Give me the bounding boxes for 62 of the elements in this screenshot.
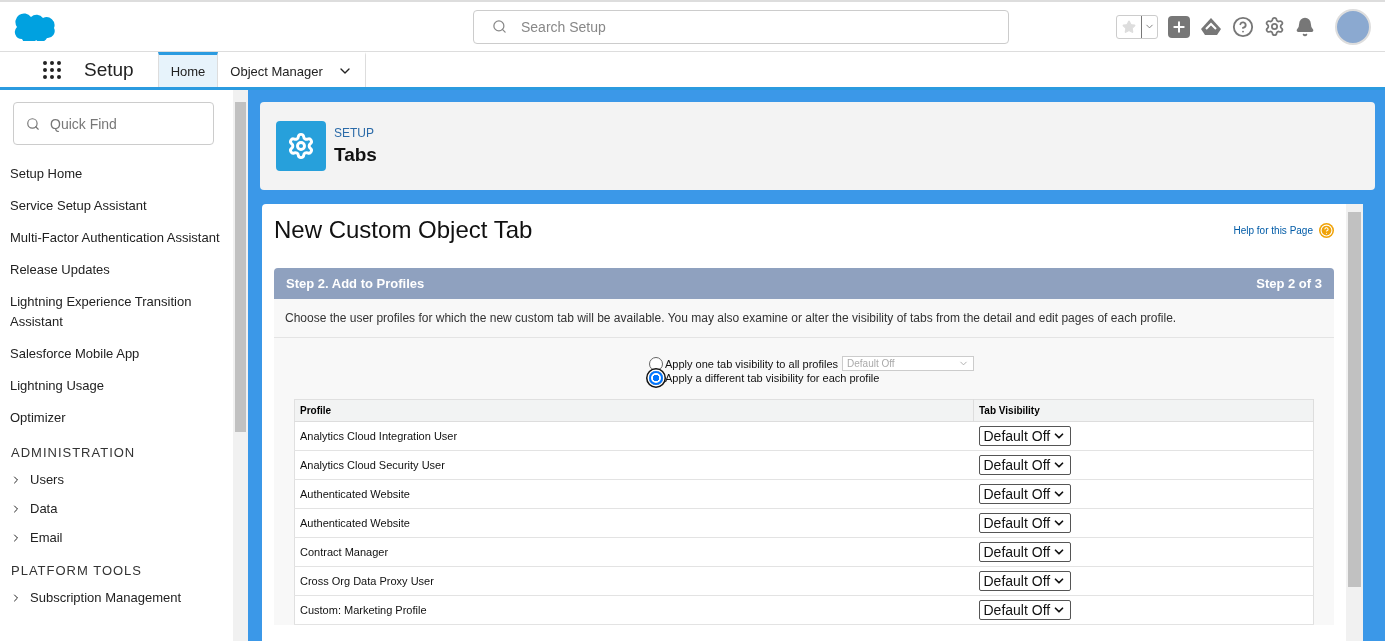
help-link[interactable]: Help for this Page — [1233, 222, 1334, 238]
sidebar-item[interactable]: Data — [0, 495, 233, 522]
visibility-select[interactable]: Default Off — [978, 542, 1071, 562]
step-description: Choose the user profiles for which the new custom tab will be available. You may also examine or alter the visibility of tabs from the detail and edit pages of each profile. — [274, 299, 1334, 338]
visibility-select[interactable]: Default Off — [978, 571, 1071, 591]
table-cell: Authenticated Website — [294, 479, 974, 509]
visibility-select[interactable]: Default Off — [978, 426, 1071, 446]
table-cell: Contract Manager — [294, 537, 974, 567]
gear-icon — [276, 121, 326, 171]
breadcrumb: SETUP — [334, 126, 375, 140]
trailhead-icon[interactable] — [1200, 16, 1222, 37]
column-header: Profile — [294, 399, 974, 422]
search-field[interactable]: Search Setup — [473, 9, 1009, 44]
sidebar-item[interactable]: Users — [0, 466, 233, 493]
content-title: New Custom Object Tab — [274, 216, 533, 244]
visibility-select[interactable]: Default Off — [978, 513, 1071, 533]
column-header: Tab Visibility — [973, 399, 1314, 422]
sidebar-item[interactable]: Subscription Management — [0, 584, 233, 611]
nav-tab[interactable]: Object Manager — [218, 52, 366, 87]
sidebar-link[interactable]: Setup Home — [0, 159, 233, 189]
nav-tab[interactable]: Home — [157, 52, 219, 87]
page-title: Tabs — [334, 144, 377, 166]
search-icon — [26, 116, 40, 131]
table-cell: Cross Org Data Proxy User — [294, 566, 974, 596]
visibility-select[interactable]: Default Off — [978, 484, 1071, 504]
sidebar-section-heading: PLATFORM TOOLS — [10, 562, 144, 580]
radio-label: Apply a different tab visibility for each profile — [665, 372, 880, 384]
cloud-logo — [14, 12, 56, 41]
visibility-select[interactable]: Default Off — [978, 600, 1071, 620]
step-title: Step 2. Add to Profiles — [286, 276, 425, 291]
visibility-select[interactable]: Default Off — [978, 455, 1071, 475]
search-icon — [492, 19, 507, 34]
table-cell: Analytics Cloud Integration User — [294, 421, 974, 451]
sidebar-link[interactable]: Lightning Experience Transition Assistant — [0, 287, 233, 337]
star-icon — [1122, 19, 1136, 34]
help-icon[interactable] — [1232, 15, 1254, 38]
table-cell: Authenticated Website — [294, 508, 974, 538]
favorites-button[interactable] — [1116, 14, 1158, 39]
sidebar-link[interactable]: Multi-Factor Authentication Assistant — [0, 223, 233, 253]
step-counter: Step 2 of 3 — [1256, 276, 1322, 291]
sidebar-link[interactable]: Salesforce Mobile App — [0, 339, 233, 369]
scrollbar[interactable] — [233, 90, 248, 641]
sidebar-link[interactable]: Optimizer — [0, 403, 233, 433]
avatar[interactable] — [1335, 8, 1371, 45]
radio-label: Apply one tab visibility to all profiles — [665, 357, 839, 370]
sidebar-item[interactable]: Email — [0, 524, 233, 551]
plus-icon — [1171, 18, 1187, 35]
radio-button[interactable] — [649, 356, 663, 371]
sidebar-link[interactable]: Lightning Usage — [0, 371, 233, 401]
table-cell: Custom: Marketing Profile — [294, 595, 974, 625]
sidebar-section-heading: ADMINISTRATION — [10, 444, 137, 462]
settings-icon[interactable] — [1264, 16, 1285, 37]
table-cell: Analytics Cloud Security User — [294, 450, 974, 480]
app-name: Setup — [84, 58, 134, 81]
add-button[interactable] — [1168, 15, 1190, 38]
radio-button[interactable] — [649, 371, 663, 385]
sidebar-link[interactable]: Service Setup Assistant — [0, 191, 233, 221]
sidebar-link[interactable]: Release Updates — [0, 255, 233, 285]
scrollbar[interactable] — [1346, 204, 1363, 641]
help-icon — [1319, 222, 1334, 238]
quick-find-field[interactable]: Quick Find — [13, 102, 214, 145]
notifications-icon[interactable] — [1295, 16, 1315, 37]
